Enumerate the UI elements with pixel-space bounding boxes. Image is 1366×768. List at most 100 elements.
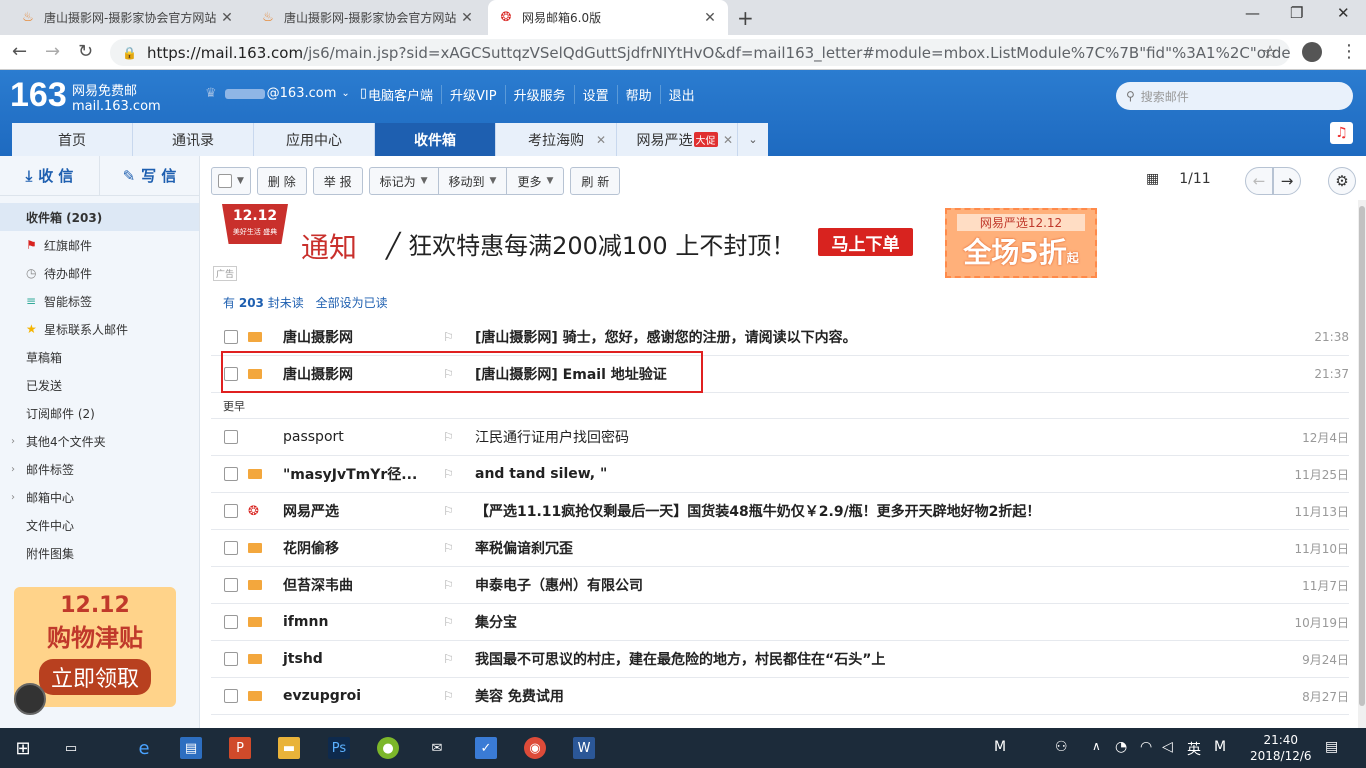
notification-icon[interactable]: ▤: [1325, 739, 1338, 755]
folder-inbox[interactable]: 收件箱 (203): [0, 203, 199, 231]
bookmark-star-icon[interactable]: ☆: [1262, 42, 1278, 63]
nav-settings[interactable]: 设置: [573, 85, 617, 104]
store-icon[interactable]: ▤: [180, 737, 202, 759]
next-page-button[interactable]: →: [1273, 167, 1301, 195]
taskbar-clock[interactable]: 21:40 2018/12/6: [1250, 732, 1312, 764]
row-checkbox[interactable]: [224, 615, 238, 629]
tray-expand-icon[interactable]: ∧: [1092, 739, 1101, 753]
powerpoint-icon[interactable]: P: [229, 737, 251, 759]
windows-start-icon[interactable]: ⊞: [12, 737, 34, 759]
edge-icon[interactable]: e: [133, 737, 155, 759]
forward-arrow-icon[interactable]: →: [45, 41, 60, 62]
receive-button[interactable]: ⤓ 收 信: [0, 156, 100, 195]
move-to-button[interactable]: 移动到 ▼: [438, 167, 508, 195]
flag-icon[interactable]: ⚐: [443, 541, 454, 555]
reload-icon[interactable]: ↻: [78, 41, 93, 62]
flag-icon[interactable]: ⚐: [443, 430, 454, 444]
row-checkbox[interactable]: [224, 430, 238, 444]
search-input[interactable]: ⚲ 搜索邮件: [1116, 82, 1353, 110]
promo-claim-button[interactable]: 立即领取: [38, 659, 151, 695]
close-tab-icon[interactable]: ✕: [219, 10, 235, 26]
row-checkbox[interactable]: [224, 541, 238, 555]
email-row[interactable]: evzupgroi ⚐ 美容 免费试用 8月27日: [211, 678, 1349, 715]
ad-coupon[interactable]: 网易严选12.12 全场5折起: [945, 208, 1097, 278]
folder-starred-contacts[interactable]: ★ 星标联系人邮件: [0, 315, 199, 343]
email-row[interactable]: "masyJvTmYr径... ⚐ and tand silew, " 11月2…: [211, 456, 1349, 493]
row-checkbox[interactable]: [224, 504, 238, 518]
tray-app-icon[interactable]: ◔: [1115, 739, 1127, 755]
minimize-icon[interactable]: —: [1245, 4, 1260, 22]
app-blue-icon[interactable]: ✓: [475, 737, 497, 759]
prev-page-button[interactable]: ←: [1245, 167, 1273, 195]
ad-order-button[interactable]: 马上下单: [818, 228, 913, 256]
email-row[interactable]: 花阴偷移 ⚐ 率税偏谙刹冗歪 11月10日: [211, 530, 1349, 567]
folder-subscriptions[interactable]: 订阅邮件 (2): [0, 399, 199, 427]
page-indicator[interactable]: 1/11: [1179, 171, 1210, 187]
ime-m-icon[interactable]: M: [994, 739, 1006, 755]
close-tab-icon[interactable]: ✕: [459, 10, 475, 26]
tab-contacts[interactable]: 通讯录: [133, 123, 254, 156]
floating-app-icon[interactable]: [14, 683, 46, 715]
chrome-icon[interactable]: ◉: [524, 737, 546, 759]
ad-banner[interactable]: 12.12 美好生活 盛典 广告 通知 ╱ 狂欢特惠每满200减100 上不封顶！…: [211, 202, 1349, 281]
row-checkbox[interactable]: [224, 689, 238, 703]
row-checkbox[interactable]: [224, 652, 238, 666]
scrollbar[interactable]: [1358, 200, 1366, 728]
mark-as-button[interactable]: 标记为 ▼: [368, 167, 439, 195]
flag-icon[interactable]: ⚐: [443, 578, 454, 592]
flag-icon[interactable]: ⚐: [443, 615, 454, 629]
tab-home[interactable]: 首页: [12, 123, 133, 156]
refresh-button[interactable]: 刷 新: [570, 167, 621, 195]
browser-tab-2[interactable]: ♨ 唐山摄影网-摄影家协会官方网站 ✕: [250, 0, 485, 35]
nav-help[interactable]: 帮助: [616, 85, 660, 104]
tab-kaola[interactable]: 考拉海购 ✕: [496, 123, 617, 156]
email-row[interactable]: ❂ 网易严选 ⚐ 【严选11.11疯抢仅剩最后一天】国货装48瓶牛奶仅￥2.9/…: [211, 493, 1349, 530]
window-close-icon[interactable]: ✕: [1337, 4, 1350, 22]
folder-todo[interactable]: ◷ 待办邮件: [0, 259, 199, 287]
app-green-icon[interactable]: ●: [377, 737, 399, 759]
email-row[interactable]: jtshd ⚐ 我国最不可思议的村庄，建在最危险的地方，村民都住在“石头”上 9…: [211, 641, 1349, 678]
folder-attachments[interactable]: 附件图集: [0, 539, 199, 567]
settings-gear-icon[interactable]: ⚙: [1328, 167, 1356, 195]
task-view-icon[interactable]: ▭: [60, 737, 82, 759]
photoshop-icon[interactable]: Ps: [328, 737, 350, 759]
select-all-dropdown[interactable]: ▼: [211, 167, 251, 195]
report-button[interactable]: 举 报: [312, 167, 363, 195]
wifi-icon[interactable]: ◠: [1140, 739, 1152, 755]
email-row[interactable]: 但苔深韦曲 ⚐ 申泰电子（惠州）有限公司 11月7日: [211, 567, 1349, 604]
more-button[interactable]: 更多 ▼: [507, 167, 565, 195]
nav-logout[interactable]: 退出: [659, 85, 703, 104]
row-checkbox[interactable]: [224, 578, 238, 592]
folder-flagged[interactable]: ⚑ 红旗邮件: [0, 231, 199, 259]
row-checkbox[interactable]: [224, 330, 238, 344]
close-tab-icon[interactable]: ✕: [702, 10, 718, 26]
flag-icon[interactable]: ⚐: [443, 689, 454, 703]
tab-inbox[interactable]: 收件箱: [375, 123, 496, 156]
close-icon[interactable]: ✕: [596, 133, 606, 147]
word-icon[interactable]: W: [573, 737, 595, 759]
flag-icon[interactable]: ⚐: [443, 330, 454, 344]
mail-icon[interactable]: ✉: [426, 737, 448, 759]
browser-tab-3[interactable]: ❂ 网易邮箱6.0版 ✕: [488, 0, 728, 35]
compose-button[interactable]: ✎ 写 信: [100, 156, 199, 195]
account-avatar-icon[interactable]: [1302, 42, 1322, 62]
flag-icon[interactable]: ⚐: [443, 504, 454, 518]
file-explorer-icon[interactable]: ▬: [278, 737, 300, 759]
nav-desktop-client[interactable]: 电脑客户端: [360, 85, 441, 104]
close-icon[interactable]: ✕: [723, 133, 733, 147]
calendar-icon[interactable]: ▦: [1146, 171, 1159, 187]
tab-yanxuan[interactable]: 网易严选 大促 ✕: [617, 123, 738, 156]
restore-icon[interactable]: ❐: [1290, 4, 1303, 22]
ime-mode-icon[interactable]: M: [1214, 739, 1226, 755]
flag-icon[interactable]: ⚐: [443, 652, 454, 666]
email-row[interactable]: passport ⚐ 江民通行证用户找回密码 12月4日: [211, 419, 1349, 456]
scrollbar-thumb[interactable]: [1359, 206, 1365, 706]
people-icon[interactable]: ⚇: [1055, 739, 1068, 755]
select-all-checkbox[interactable]: [218, 174, 232, 188]
folder-file-center[interactable]: 文件中心: [0, 511, 199, 539]
folder-other[interactable]: › 其他4个文件夹: [0, 427, 199, 455]
url-field[interactable]: 🔒 https://mail.163.com/js6/main.jsp?sid=…: [110, 39, 1290, 66]
flag-icon[interactable]: ⚐: [443, 467, 454, 481]
nav-upgrade-vip[interactable]: 升级VIP: [441, 85, 505, 104]
back-arrow-icon[interactable]: ←: [12, 41, 27, 62]
